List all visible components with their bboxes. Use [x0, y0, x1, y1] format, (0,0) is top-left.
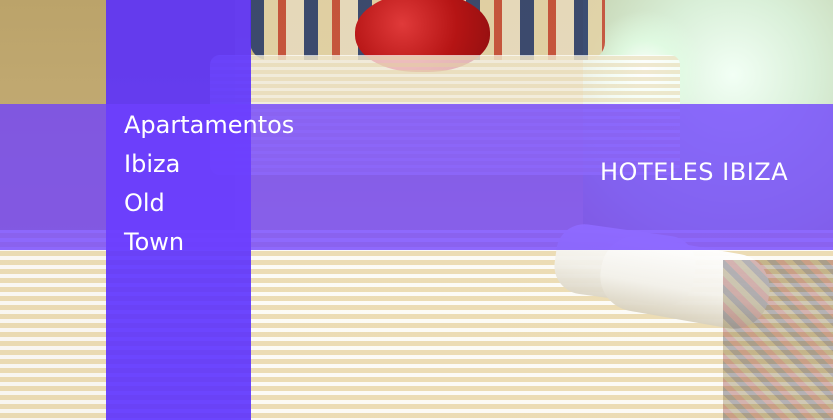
property-title-line-4: Town: [124, 228, 185, 256]
property-title: Apartamentos Ibiza Old Town: [124, 106, 304, 262]
property-title-line-1: Apartamentos: [124, 111, 295, 139]
property-title-line-2: Ibiza: [124, 150, 181, 178]
photo-rug-right: [723, 260, 833, 420]
property-title-line-3: Old: [124, 189, 165, 217]
brand-title: HOTELES IBIZA: [600, 158, 789, 186]
